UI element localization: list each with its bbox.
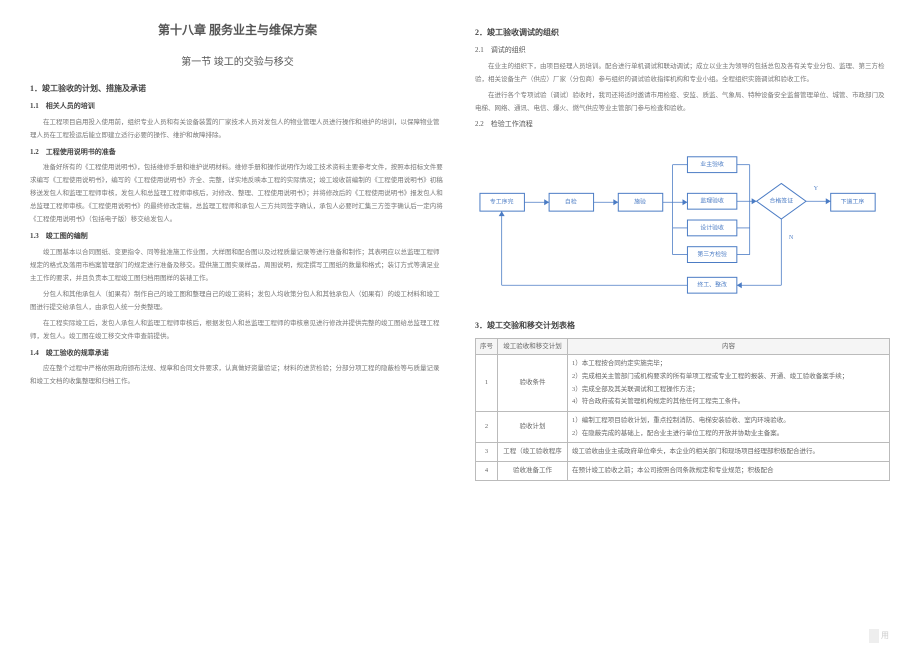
th-content: 内容 (568, 338, 890, 355)
cell-content: 1）本工程按合同约定实施完毕；2）完成相关主管部门或机构要求的所有单项工程或专业… (568, 355, 890, 412)
cell-content: 1）编制工程项目验收计划，重点控制消防、电梯安装验收、室内环境验收。2）在隐蔽完… (568, 411, 890, 442)
cell-num: 1 (476, 355, 498, 412)
th-num: 序号 (476, 338, 498, 355)
cell-content: 竣工验收由业主或政府单位牵头，本企业的相关部门和现场项目经理部积极配合进行。 (568, 443, 890, 462)
heading-1-1: 1.1 相关人员的培训 (30, 100, 445, 113)
svg-text:业主验收: 业主验收 (700, 160, 724, 168)
paragraph: 竣工图基本以合同图纸、变更指令、同等批准施工作业图，大样图和配合图以及过程质量记… (30, 246, 445, 285)
cell-name: 验收准备工作 (498, 462, 568, 481)
svg-text:监理验收: 监理验收 (700, 196, 724, 204)
paragraph: 应在整个过程中严格依照政府颁布法规、规章和合同文件要求，认真做好资量验证；材料的… (30, 362, 445, 388)
svg-text:终工、整改: 终工、整改 (697, 280, 727, 288)
heading-1-2: 1.2 工程使用说明书的准备 (30, 146, 445, 159)
svg-text:专工序完: 专工序完 (490, 197, 514, 205)
table-row: 1验收条件1）本工程按合同约定实施完毕；2）完成相关主管部门或机构要求的所有单项… (476, 355, 890, 412)
section-title: 第一节 竣工的交验与移交 (30, 54, 445, 72)
paragraph: 准备好所有的《工程使用说明书》，包括维修手册和维护说明材料。维修手册和操作说明作… (30, 161, 445, 226)
paragraph: 在进行各个专项试验（调试）验收时，我司还将适时邀请市用检疫、安监、质监、气象局、… (475, 89, 890, 115)
heading-2-1: 2.1 调试的组织 (475, 44, 890, 57)
svg-text:Y: Y (814, 185, 819, 191)
cell-name: 工程（竣工验收程序 (498, 443, 568, 462)
svg-text:第三方检验: 第三方检验 (697, 250, 727, 258)
heading-1-3: 1.3 竣工图的编制 (30, 230, 445, 243)
paragraph: 分包人和其他承包人（如果有）制作自己的竣工图和整理自己的竣工资料；发包人均收策分… (30, 288, 445, 314)
heading-2-2: 2.2 检验工作流程 (475, 118, 890, 131)
heading-2: 2．竣工验收调试的组织 (475, 26, 890, 40)
flowchart: 专工序完 自检 施验 业主验收 监理验收 设计验收 第三方检验 终工、整改 合格… (475, 139, 890, 312)
svg-text:合格签证: 合格签证 (769, 196, 793, 204)
paragraph: 在工程项目启用投入使用前，组织专业人员和有关设备装置的厂家技术人员对发包人的物业… (30, 116, 445, 142)
cell-num: 4 (476, 462, 498, 481)
plan-table: 序号 竣工验收和移交计划 内容 1验收条件1）本工程按合同约定实施完毕；2）完成… (475, 338, 890, 481)
footer-mark: 用 (869, 629, 890, 643)
svg-text:下道工序: 下道工序 (841, 197, 865, 205)
th-name: 竣工验收和移交计划 (498, 338, 568, 355)
cell-num: 2 (476, 411, 498, 442)
heading-1-4: 1.4 竣工验收的规章承诺 (30, 347, 445, 360)
chapter-title: 第十八章 服务业主与维保方案 (30, 20, 445, 42)
svg-text:N: N (789, 235, 794, 241)
table-row: 2验收计划1）编制工程项目验收计划，重点控制消防、电梯安装验收、室内环境验收。2… (476, 411, 890, 442)
cell-name: 验收计划 (498, 411, 568, 442)
heading-1: 1．竣工验收的计划、措施及承诺 (30, 82, 445, 96)
svg-text:施验: 施验 (634, 197, 646, 205)
paragraph: 在工程实际竣工后，发包人承包人和监理工程师审核后，根据发包人和总监理工程师的审核… (30, 317, 445, 343)
svg-text:设计验收: 设计验收 (700, 223, 724, 231)
table-row: 3工程（竣工验收程序竣工验收由业主或政府单位牵头，本企业的相关部门和现场项目经理… (476, 443, 890, 462)
heading-3: 3．竣工交验和移交计划表格 (475, 319, 890, 333)
table-row: 4验收准备工作在预计竣工验收之前；本公司按照合同条款规定和专业规范；积极配合 (476, 462, 890, 481)
cell-content: 在预计竣工验收之前；本公司按照合同条款规定和专业规范；积极配合 (568, 462, 890, 481)
cell-num: 3 (476, 443, 498, 462)
cell-name: 验收条件 (498, 355, 568, 412)
paragraph: 在业主的组织下，由项目经理人员培训。配合进行单机调试和联动调试；成立以业主为领导… (475, 60, 890, 86)
svg-text:自检: 自检 (565, 197, 577, 205)
